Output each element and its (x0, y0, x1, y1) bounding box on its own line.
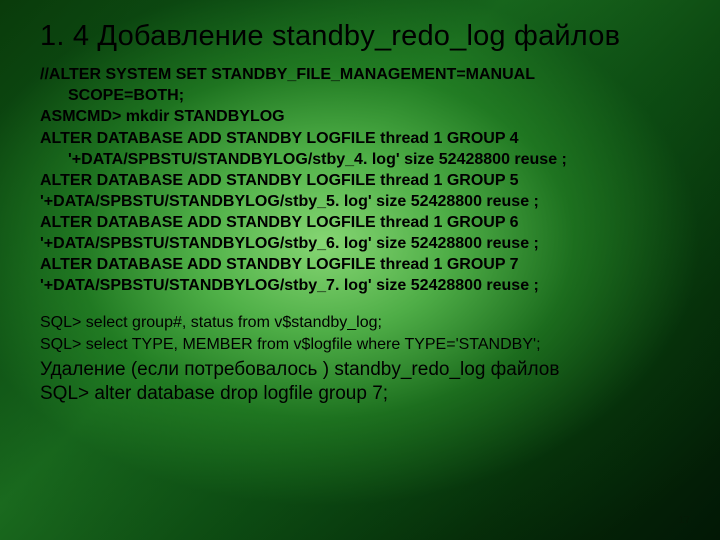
query-block: SQL> select group#, status from v$standb… (40, 312, 684, 355)
code-line: '+DATA/SPBSTU/STANDBYLOG/stby_7. log' si… (40, 275, 684, 296)
notes-block: Удаление (если потребовалось ) standby_r… (40, 358, 684, 407)
slide-title: 1. 4 Добавление standby_redo_log файлов (40, 18, 684, 54)
code-line: ALTER DATABASE ADD STANDBY LOGFILE threa… (40, 212, 684, 233)
code-line: '+DATA/SPBSTU/STANDBYLOG/stby_6. log' si… (40, 233, 684, 254)
query-line: SQL> select TYPE, MEMBER from v$logfile … (40, 334, 684, 356)
page-number: 17 (679, 515, 690, 526)
slide: 1. 4 Добавление standby_redo_log файлов … (0, 0, 720, 427)
query-line: SQL> select group#, status from v$standb… (40, 312, 684, 334)
notes-line: Удаление (если потребовалось ) standby_r… (40, 358, 684, 383)
code-line: ALTER DATABASE ADD STANDBY LOGFILE threa… (40, 254, 684, 275)
code-line: //ALTER SYSTEM SET STANDBY_FILE_MANAGEME… (40, 64, 684, 85)
code-line: ALTER DATABASE ADD STANDBY LOGFILE threa… (40, 170, 684, 191)
code-line: '+DATA/SPBSTU/STANDBYLOG/stby_4. log' si… (40, 149, 684, 170)
code-block: //ALTER SYSTEM SET STANDBY_FILE_MANAGEME… (40, 64, 684, 296)
code-line: ASMCMD> mkdir STANDBYLOG (40, 106, 684, 127)
notes-line: SQL> alter database drop logfile group 7… (40, 382, 684, 407)
code-line: '+DATA/SPBSTU/STANDBYLOG/stby_5. log' si… (40, 191, 684, 212)
code-line: ALTER DATABASE ADD STANDBY LOGFILE threa… (40, 128, 684, 149)
code-line: SCOPE=BOTH; (40, 85, 684, 106)
